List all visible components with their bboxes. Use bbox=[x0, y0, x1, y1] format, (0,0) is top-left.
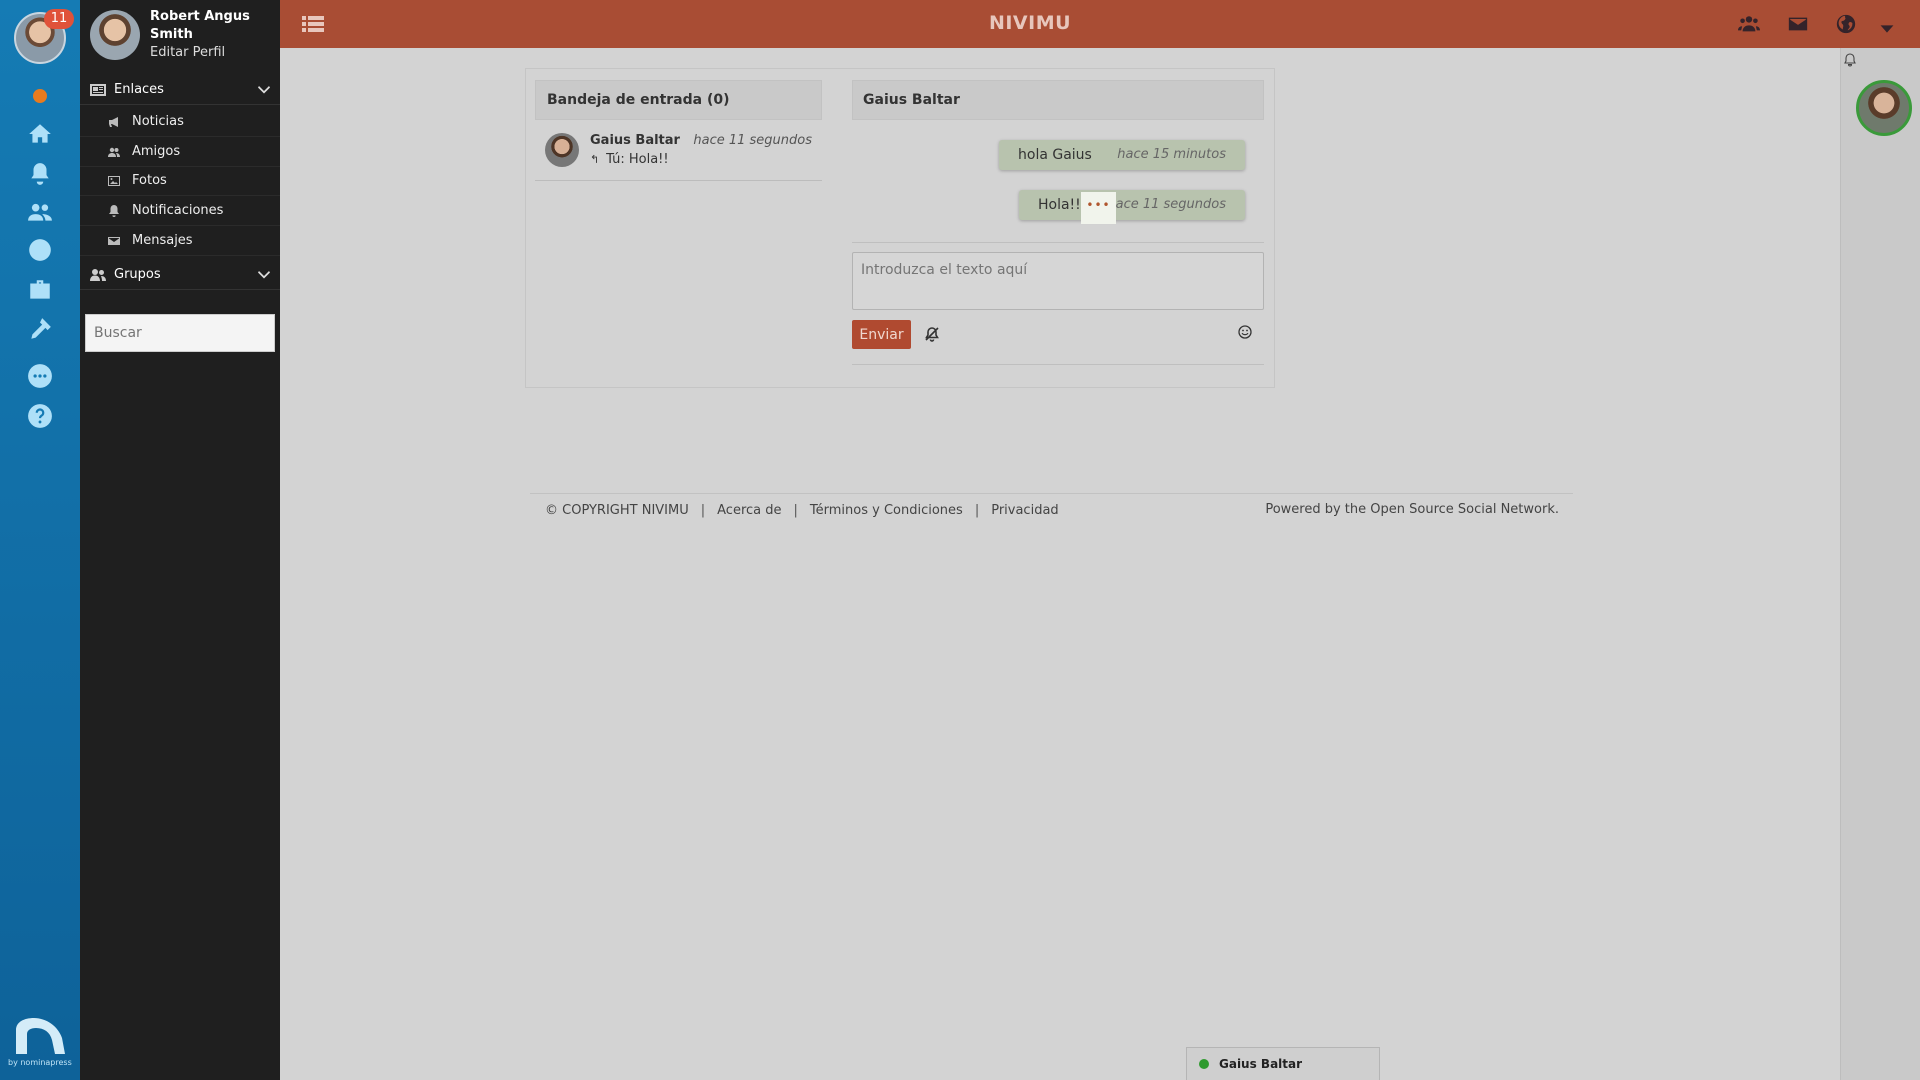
search-input[interactable] bbox=[85, 314, 275, 352]
footer-separator: | bbox=[974, 503, 980, 518]
notification-count-badge: 11 bbox=[44, 9, 74, 29]
sidebar-item-amigos[interactable]: Amigos bbox=[80, 137, 280, 167]
footer-copyright: © COPYRIGHT NIVIMU bbox=[545, 503, 689, 518]
right-chat-strip bbox=[1840, 48, 1920, 1080]
help-icon[interactable] bbox=[22, 400, 58, 432]
briefcase-icon[interactable] bbox=[22, 274, 58, 306]
reply-arrow-icon: ↰ bbox=[590, 153, 600, 166]
message-input[interactable] bbox=[852, 252, 1264, 310]
emoji-icon[interactable] bbox=[1238, 324, 1252, 339]
sidebar-item-label: Fotos bbox=[132, 173, 167, 188]
bell-icon[interactable] bbox=[22, 158, 58, 190]
footer-separator: | bbox=[700, 503, 706, 518]
status-dot bbox=[33, 89, 47, 103]
chat-dock-contact: Gaius Baltar bbox=[1219, 1057, 1303, 1071]
top-bar: NIVIMU bbox=[280, 0, 1920, 48]
messages-envelope-icon[interactable] bbox=[1787, 13, 1811, 35]
sidebar-item-notificaciones[interactable]: Notificaciones bbox=[80, 196, 280, 226]
avatar[interactable] bbox=[90, 10, 140, 60]
nominapress-logo bbox=[16, 1018, 65, 1054]
sidebar-item-mensajes[interactable]: Mensajes bbox=[80, 226, 280, 256]
footer-separator: | bbox=[793, 503, 798, 518]
tools-icon[interactable] bbox=[22, 313, 58, 345]
app-title[interactable]: NIVIMU bbox=[280, 12, 1780, 34]
sidebar-item-noticias[interactable]: Noticias bbox=[80, 107, 280, 137]
footer-link-privacy[interactable]: Privacidad bbox=[991, 503, 1058, 518]
message-text: Hola!! bbox=[1038, 197, 1081, 213]
send-button[interactable]: Enviar bbox=[852, 320, 911, 349]
sidebar-item-label: Amigos bbox=[132, 144, 181, 159]
newspaper-icon bbox=[90, 83, 106, 97]
message-bubble: hola Gaius hace 15 minutos bbox=[999, 140, 1245, 170]
bell-icon bbox=[108, 204, 122, 217]
user-name[interactable]: Robert Angus Smith bbox=[150, 8, 275, 44]
footer-powered-by: Powered by the Open Source Social Networ… bbox=[1265, 502, 1559, 517]
bell-slash-icon[interactable] bbox=[924, 326, 940, 342]
online-status-dot bbox=[1199, 1059, 1209, 1069]
divider bbox=[852, 242, 1264, 243]
conversation-preview: ↰ Tú: Hola!! bbox=[590, 152, 669, 167]
friends-icon[interactable] bbox=[22, 196, 58, 228]
chat-contact-title: Gaius Baltar bbox=[852, 80, 1264, 120]
chat-dock-tab[interactable]: Gaius Baltar bbox=[1186, 1047, 1380, 1080]
chat-bubble-icon[interactable] bbox=[22, 360, 58, 392]
envelope-icon bbox=[108, 235, 122, 247]
avatar bbox=[545, 133, 579, 167]
conversation-time: hace 11 segundos bbox=[693, 133, 812, 148]
sidebar-section-links[interactable]: Enlaces bbox=[80, 75, 280, 105]
users-icon bbox=[108, 146, 122, 158]
globe-icon[interactable] bbox=[1835, 13, 1859, 35]
sidebar-section-label: Enlaces bbox=[114, 82, 164, 97]
sidebar-item-label: Notificaciones bbox=[132, 203, 224, 218]
divider bbox=[852, 364, 1264, 365]
inbox-title: Bandeja de entrada (0) bbox=[535, 80, 822, 120]
users-icon bbox=[90, 268, 106, 282]
footer-links: © COPYRIGHT NIVIMU | Acerca de | Términos y … bbox=[545, 503, 1059, 518]
clock-icon[interactable] bbox=[22, 234, 58, 266]
online-friend-avatar[interactable] bbox=[1856, 80, 1912, 136]
icon-rail: 11 by nominapress bbox=[0, 0, 80, 1080]
message-bubble: Hola!! hace 11 segundos bbox=[1019, 190, 1245, 220]
sidebar-section-label: Grupos bbox=[114, 267, 161, 282]
message-time: hace 15 minutos bbox=[1117, 147, 1226, 162]
chevron-down-icon[interactable] bbox=[258, 83, 270, 95]
bell-icon[interactable] bbox=[1843, 52, 1857, 67]
message-options-button[interactable]: ••• bbox=[1081, 192, 1116, 224]
sidebar-item-label: Mensajes bbox=[132, 233, 193, 248]
edit-profile-link[interactable]: Editar Perfil bbox=[150, 45, 225, 60]
conversation-preview-text: Tú: Hola!! bbox=[606, 152, 669, 167]
footer: © COPYRIGHT NIVIMU | Acerca de | Términos y … bbox=[530, 493, 1573, 518]
friends-requests-icon[interactable] bbox=[1738, 13, 1762, 35]
brand-by-text: by nominapress bbox=[8, 1058, 72, 1067]
conversation-name: Gaius Baltar bbox=[590, 133, 680, 148]
megaphone-icon bbox=[108, 116, 122, 128]
message-text: hola Gaius bbox=[1018, 147, 1092, 163]
footer-link-terms[interactable]: Términos y Condiciones bbox=[810, 503, 963, 518]
sidebar-item-fotos[interactable]: Fotos bbox=[80, 166, 280, 196]
sidebar: Robert Angus Smith Editar Perfil Enlaces… bbox=[80, 0, 280, 1080]
conversation-item[interactable]: Gaius Baltar hace 11 segundos ↰ Tú: Hola… bbox=[535, 125, 822, 181]
footer-link-about[interactable]: Acerca de bbox=[717, 503, 781, 518]
home-icon[interactable] bbox=[22, 118, 58, 150]
sidebar-item-label: Noticias bbox=[132, 114, 184, 129]
message-time: hace 11 segundos bbox=[1107, 197, 1226, 212]
image-icon bbox=[108, 175, 122, 187]
caret-down-icon[interactable] bbox=[1876, 18, 1900, 40]
chevron-down-icon[interactable] bbox=[258, 268, 270, 280]
sidebar-section-groups[interactable]: Grupos bbox=[80, 260, 280, 290]
